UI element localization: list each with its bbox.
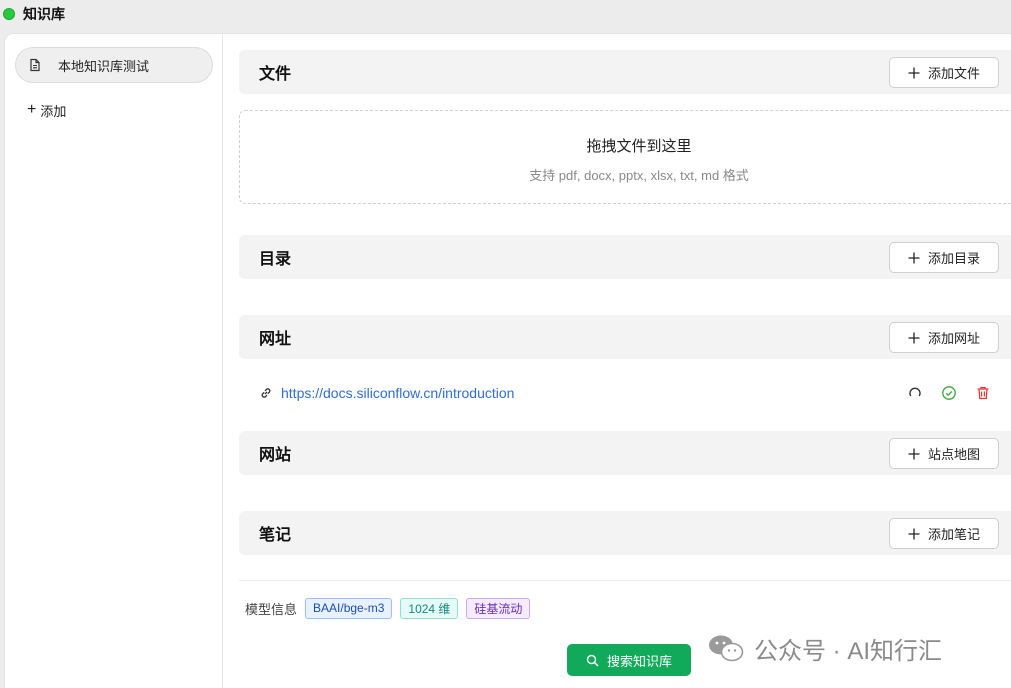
urls-section-title: 网址	[259, 331, 292, 348]
plus-icon	[908, 67, 920, 79]
plus-icon	[908, 528, 920, 540]
notes-section-header: 笔记 添加笔记	[239, 511, 1011, 555]
files-section-title: 文件	[259, 66, 292, 83]
sidebar-item-label: 本地知识库测试	[58, 58, 150, 74]
document-icon	[28, 58, 42, 72]
add-url-button[interactable]: 添加网址	[889, 322, 999, 353]
watermark-text: 公众号 · AI知行汇	[754, 637, 943, 665]
model-dimension-tag: 1024 维	[400, 597, 459, 619]
directory-section-header: 目录 添加目录	[239, 235, 1011, 279]
title-bar: 知识库	[0, 0, 1011, 28]
directory-section-title: 目录	[259, 251, 292, 268]
urls-section-header: 网址 添加网址	[239, 315, 1011, 359]
main-content: 文件 添加文件 拖拽文件到这里 支持 pdf, docx, pptx, xlsx…	[223, 34, 1011, 688]
app-title: 知识库	[23, 6, 65, 22]
add-knowledge-base-button[interactable]: + 添加	[27, 100, 66, 120]
add-knowledge-base-label: 添加	[40, 103, 67, 119]
check-circle-icon[interactable]	[941, 385, 957, 401]
add-note-button[interactable]: 添加笔记	[889, 518, 999, 549]
file-dropzone[interactable]: 拖拽文件到这里 支持 pdf, docx, pptx, xlsx, txt, m…	[239, 110, 1011, 204]
wechat-icon	[706, 633, 746, 663]
divider	[239, 580, 1011, 581]
add-note-label: 添加笔记	[927, 527, 980, 542]
sidebar: 本地知识库测试 + 添加	[5, 34, 223, 688]
plus-icon	[908, 448, 920, 460]
model-info-label: 模型信息	[245, 601, 298, 617]
app-window: 本地知识库测试 + 添加 文件 添加文件 拖拽文件到这里 支持 pdf, doc…	[4, 33, 1011, 688]
trash-icon[interactable]	[975, 385, 991, 401]
files-section-header: 文件 添加文件	[239, 50, 1011, 94]
sitemap-button[interactable]: 站点地图	[889, 438, 999, 469]
url-list-item: https://docs.siliconflow.cn/introduction	[239, 380, 1011, 406]
model-info: 模型信息 BAAI/bge-m3 1024 维 硅基流动	[245, 597, 538, 619]
link-icon	[259, 386, 273, 400]
plus-icon	[908, 332, 920, 344]
refresh-icon[interactable]	[907, 385, 923, 401]
search-knowledge-base-label: 搜索知识库	[606, 653, 672, 669]
window-close-dot[interactable]	[3, 8, 15, 20]
watermark: 公众号 · AI知行汇	[706, 631, 942, 665]
model-name-tag: BAAI/bge-m3	[305, 597, 393, 619]
website-section-header: 网站 站点地图	[239, 431, 1011, 475]
add-url-label: 添加网址	[927, 331, 980, 346]
sitemap-label: 站点地图	[927, 447, 980, 462]
website-section-title: 网站	[259, 447, 292, 464]
dropzone-title: 拖拽文件到这里	[586, 138, 692, 155]
add-directory-button[interactable]: 添加目录	[889, 242, 999, 273]
add-directory-label: 添加目录	[927, 251, 980, 266]
dropzone-subtitle: 支持 pdf, docx, pptx, xlsx, txt, md 格式	[529, 168, 749, 183]
plus-icon	[908, 252, 920, 264]
search-knowledge-base-button[interactable]: 搜索知识库	[567, 644, 691, 676]
sidebar-item-knowledge-base[interactable]: 本地知识库测试	[15, 47, 213, 83]
url-link[interactable]: https://docs.siliconflow.cn/introduction	[281, 385, 514, 401]
model-provider-tag: 硅基流动	[466, 597, 531, 619]
add-file-button[interactable]: 添加文件	[889, 57, 999, 88]
search-icon	[586, 654, 599, 667]
add-file-label: 添加文件	[927, 66, 980, 81]
notes-section-title: 笔记	[259, 527, 292, 544]
plus-icon: +	[27, 101, 37, 118]
